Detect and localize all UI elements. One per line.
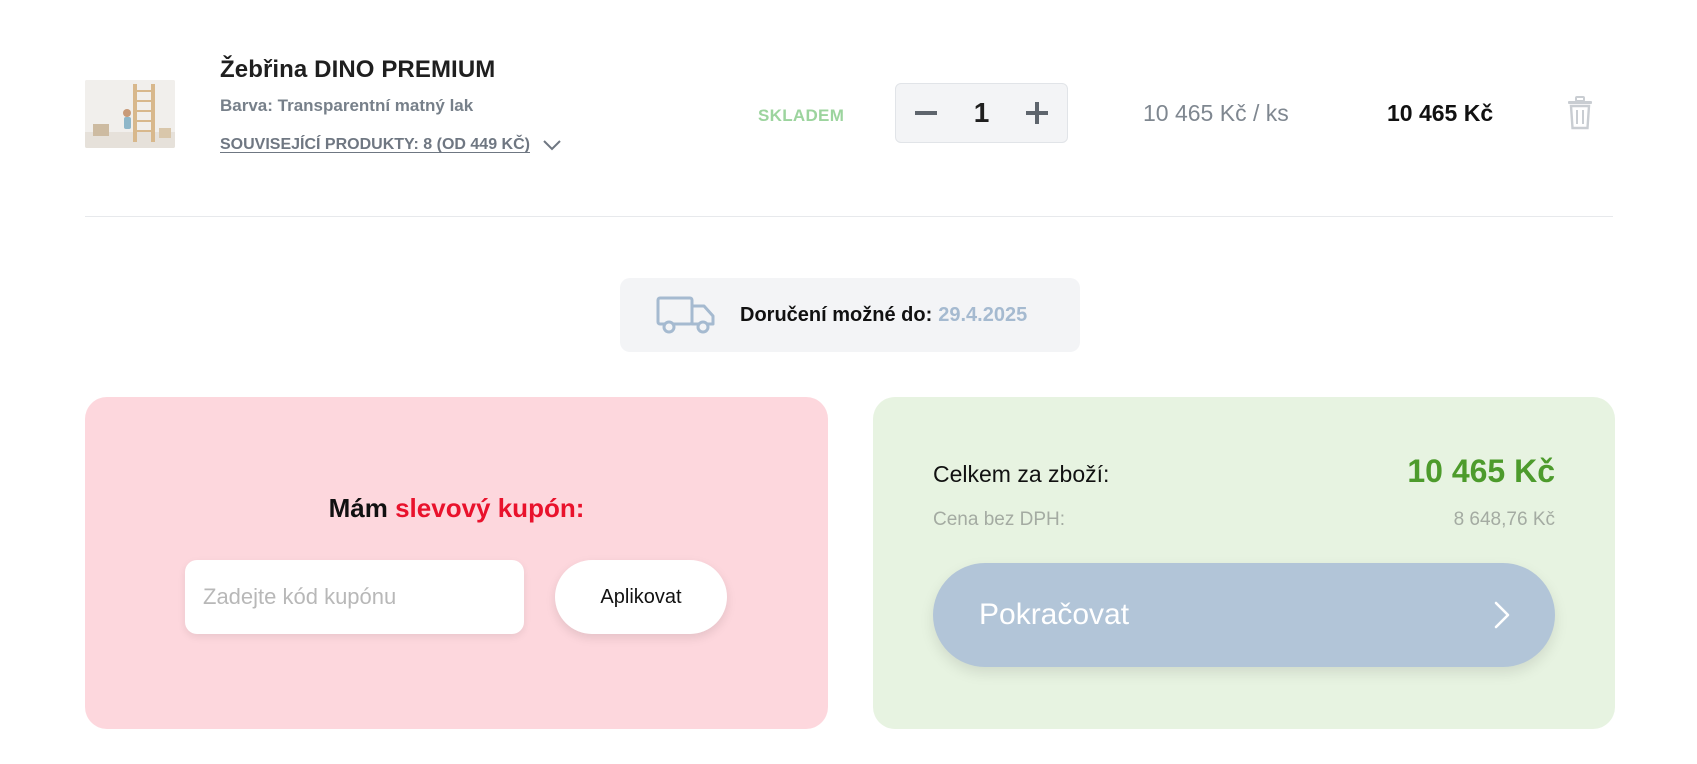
continue-button-label: Pokračovat	[979, 598, 1130, 631]
apply-coupon-button[interactable]: Aplikovat	[555, 560, 727, 634]
product-title[interactable]: Žebřina DINO PREMIUM	[220, 56, 562, 84]
coupon-title-accent: slevový kupón:	[395, 493, 585, 523]
chevron-down-icon[interactable]	[542, 139, 562, 151]
delivery-info: Doručení možné do: 29.4.2025	[620, 278, 1080, 352]
related-products-label[interactable]: SOUVISEJÍCÍ PRODUKTY: 8 (OD 449 KČ)	[220, 136, 530, 154]
quantity-value[interactable]: 1	[974, 97, 990, 129]
coupon-code-input[interactable]	[185, 560, 524, 634]
unit-price: 10 465 Kč / ks	[1143, 100, 1289, 126]
chevron-right-icon	[1494, 601, 1510, 629]
row-divider	[85, 216, 1613, 217]
coupon-panel: Mám slevový kupón: Aplikovat	[85, 397, 828, 729]
price-without-vat-label: Cena bez DPH:	[933, 509, 1066, 530]
cart-item-row: Žebřina DINO PREMIUM Barva: Transparentn…	[85, 50, 1613, 165]
stock-status: SKLADEM	[758, 106, 845, 125]
product-info: Žebřina DINO PREMIUM Barva: Transparentn…	[220, 56, 562, 154]
truck-icon	[656, 296, 715, 334]
delivery-date: 29.4.2025	[938, 303, 1028, 326]
product-variant: Barva: Transparentní matný lak	[220, 96, 474, 115]
goods-total-value: 10 465 Kč	[1407, 453, 1555, 489]
goods-total-label: Celkem za zboží:	[933, 461, 1110, 487]
trash-icon[interactable]	[1566, 96, 1594, 130]
continue-button[interactable]: Pokračovat	[933, 563, 1555, 667]
order-summary-panel: Celkem za zboží: 10 465 Kč Cena bez DPH:…	[873, 397, 1615, 729]
delivery-label: Doručení možné do:	[740, 303, 933, 326]
coupon-title: Mám slevový kupón:	[85, 493, 828, 524]
quantity-decrease-button[interactable]	[912, 99, 940, 127]
quantity-stepper: 1	[895, 83, 1068, 143]
line-total-price: 10 465 Kč	[1387, 100, 1494, 126]
price-without-vat-value: 8 648,76 Kč	[1453, 509, 1555, 530]
product-thumbnail[interactable]	[85, 80, 175, 148]
coupon-title-prefix: Mám	[328, 493, 388, 523]
plus-icon	[1025, 102, 1048, 124]
related-products-toggle[interactable]: SOUVISEJÍCÍ PRODUKTY: 8 (OD 449 KČ)	[220, 136, 562, 154]
quantity-increase-button[interactable]	[1023, 99, 1051, 127]
minus-icon	[915, 111, 937, 115]
